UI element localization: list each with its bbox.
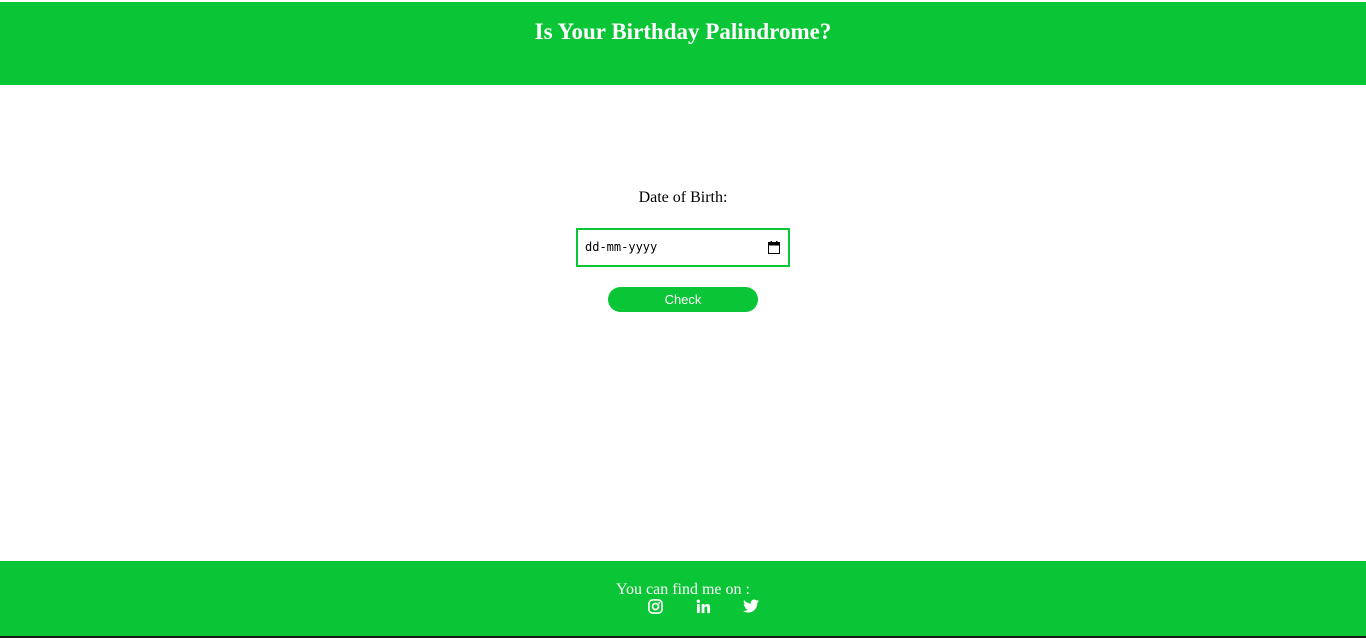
page-title: Is Your Birthday Palindrome? (534, 19, 832, 44)
dob-label: Date of Birth: (638, 189, 728, 206)
header-bar: Is Your Birthday Palindrome? (0, 2, 1366, 85)
twitter-icon (743, 599, 759, 613)
instagram-link[interactable] (647, 599, 663, 615)
birthday-form: Date of Birth: dd-mm-yyyy Check (0, 188, 1366, 312)
date-placeholder: dd-mm-yyyy (585, 240, 658, 254)
instagram-icon (647, 599, 663, 614)
footer-bar: You can find me on : (0, 561, 1366, 636)
calendar-icon[interactable] (768, 241, 780, 254)
date-of-birth-input[interactable]: dd-mm-yyyy (576, 228, 790, 267)
linkedin-icon (696, 599, 710, 614)
footer-find-text: You can find me on : (616, 581, 750, 598)
social-links (0, 599, 1366, 615)
check-button[interactable]: Check (608, 287, 758, 312)
twitter-link[interactable] (743, 599, 759, 615)
linkedin-link[interactable] (695, 599, 711, 615)
page: Is Your Birthday Palindrome? Date of Bir… (0, 0, 1366, 638)
